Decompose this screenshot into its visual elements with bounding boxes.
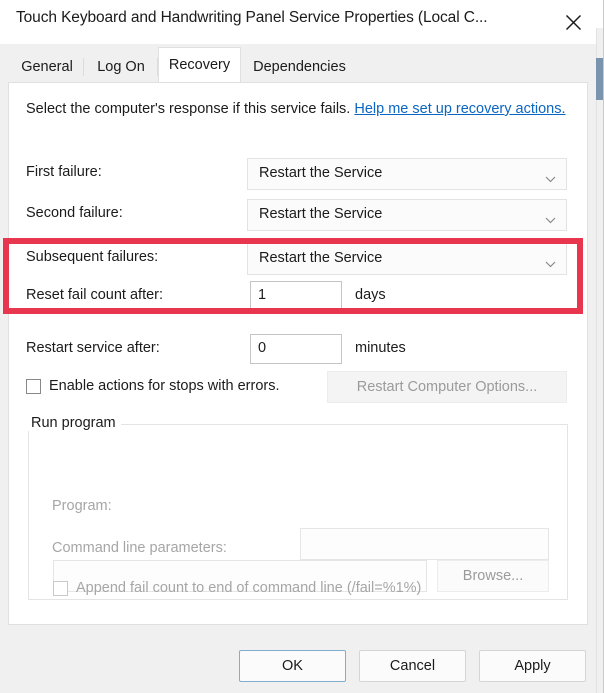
- cancel-button-label: Cancel: [389, 658, 436, 674]
- scrollbar-thumb[interactable]: [596, 58, 603, 100]
- browse-button-label: Browse...: [462, 568, 524, 584]
- subsequent-failures-value: Restart the Service: [259, 250, 383, 266]
- recovery-description-text: Select the computer's response if this s…: [26, 101, 355, 117]
- subsequent-failures-row: Subsequent failures: Restart the Service: [9, 243, 587, 275]
- apply-button-label: Apply: [514, 658, 551, 674]
- first-failure-label: First failure:: [26, 164, 102, 180]
- tab-log-on[interactable]: Log On: [84, 52, 158, 82]
- reset-fail-count-value: 1: [258, 287, 267, 303]
- append-fail-count-label: Append fail count to end of command line…: [76, 580, 422, 596]
- first-failure-value: Restart the Service: [259, 165, 383, 181]
- restart-service-after-unit: minutes: [355, 340, 406, 356]
- chevron-down-icon: [545, 211, 556, 224]
- service-properties-dialog: Touch Keyboard and Handwriting Panel Ser…: [0, 0, 604, 693]
- close-icon: [565, 14, 582, 31]
- first-failure-row: First failure: Restart the Service: [9, 158, 587, 190]
- subsequent-failures-label: Subsequent failures:: [26, 249, 159, 265]
- ok-button[interactable]: OK: [239, 650, 346, 682]
- recovery-tab-panel: Select the computer's response if this s…: [3, 82, 588, 625]
- tab-dependencies[interactable]: Dependencies: [241, 52, 358, 82]
- restart-service-after-row: Restart service after: 0 minutes: [9, 334, 587, 366]
- restart-service-after-value: 0: [258, 340, 267, 356]
- tab-dependencies-label: Dependencies: [253, 59, 346, 75]
- subsequent-failures-dropdown[interactable]: Restart the Service: [247, 243, 567, 275]
- restart-computer-options-label: Restart Computer Options...: [356, 379, 538, 395]
- cancel-button[interactable]: Cancel: [359, 650, 466, 682]
- tab-recovery-label: Recovery: [168, 57, 231, 73]
- tab-general-label: General: [21, 59, 73, 75]
- recovery-help-link[interactable]: Help me set up recovery actions.: [354, 101, 565, 117]
- restart-computer-options-button[interactable]: Restart Computer Options...: [327, 371, 567, 403]
- reset-fail-count-row: Reset fail count after: 1 days: [9, 281, 587, 313]
- apply-button[interactable]: Apply: [479, 650, 586, 682]
- browse-button[interactable]: Browse...: [437, 560, 549, 592]
- restart-service-after-label: Restart service after:: [26, 340, 160, 356]
- program-label: Program:: [52, 498, 112, 514]
- restart-service-after-input[interactable]: 0: [250, 334, 342, 364]
- tab-recovery[interactable]: Recovery: [158, 47, 241, 82]
- close-button[interactable]: [550, 0, 596, 44]
- checkbox-box-icon: [26, 378, 41, 394]
- tab-log-on-label: Log On: [97, 59, 145, 75]
- reset-fail-count-unit: days: [355, 287, 386, 303]
- reset-fail-count-input[interactable]: 1: [250, 281, 342, 311]
- command-line-parameters-input[interactable]: [300, 528, 549, 560]
- tab-strip: General Log On Recovery Dependencies: [0, 44, 596, 82]
- window-title: Touch Keyboard and Handwriting Panel Ser…: [16, 9, 488, 26]
- enable-actions-label: Enable actions for stops with errors.: [49, 378, 280, 394]
- checkbox-box-icon: [53, 580, 68, 596]
- run-program-group-title: Run program: [26, 415, 121, 431]
- command-line-parameters-label: Command line parameters:: [52, 540, 227, 556]
- enable-actions-checkbox[interactable]: Enable actions for stops with errors.: [26, 378, 280, 394]
- title-bar: Touch Keyboard and Handwriting Panel Ser…: [0, 0, 604, 44]
- first-failure-dropdown[interactable]: Restart the Service: [247, 158, 567, 190]
- chevron-down-icon: [545, 170, 556, 183]
- ok-button-label: OK: [282, 658, 303, 674]
- chevron-down-icon: [545, 255, 556, 268]
- append-fail-count-checkbox[interactable]: Append fail count to end of command line…: [53, 580, 421, 596]
- second-failure-value: Restart the Service: [259, 206, 383, 222]
- second-failure-label: Second failure:: [26, 205, 123, 221]
- tab-general[interactable]: General: [10, 52, 84, 82]
- second-failure-row: Second failure: Restart the Service: [9, 199, 587, 231]
- second-failure-dropdown[interactable]: Restart the Service: [247, 199, 567, 231]
- recovery-description: Select the computer's response if this s…: [26, 99, 571, 120]
- reset-fail-count-label: Reset fail count after:: [26, 287, 164, 303]
